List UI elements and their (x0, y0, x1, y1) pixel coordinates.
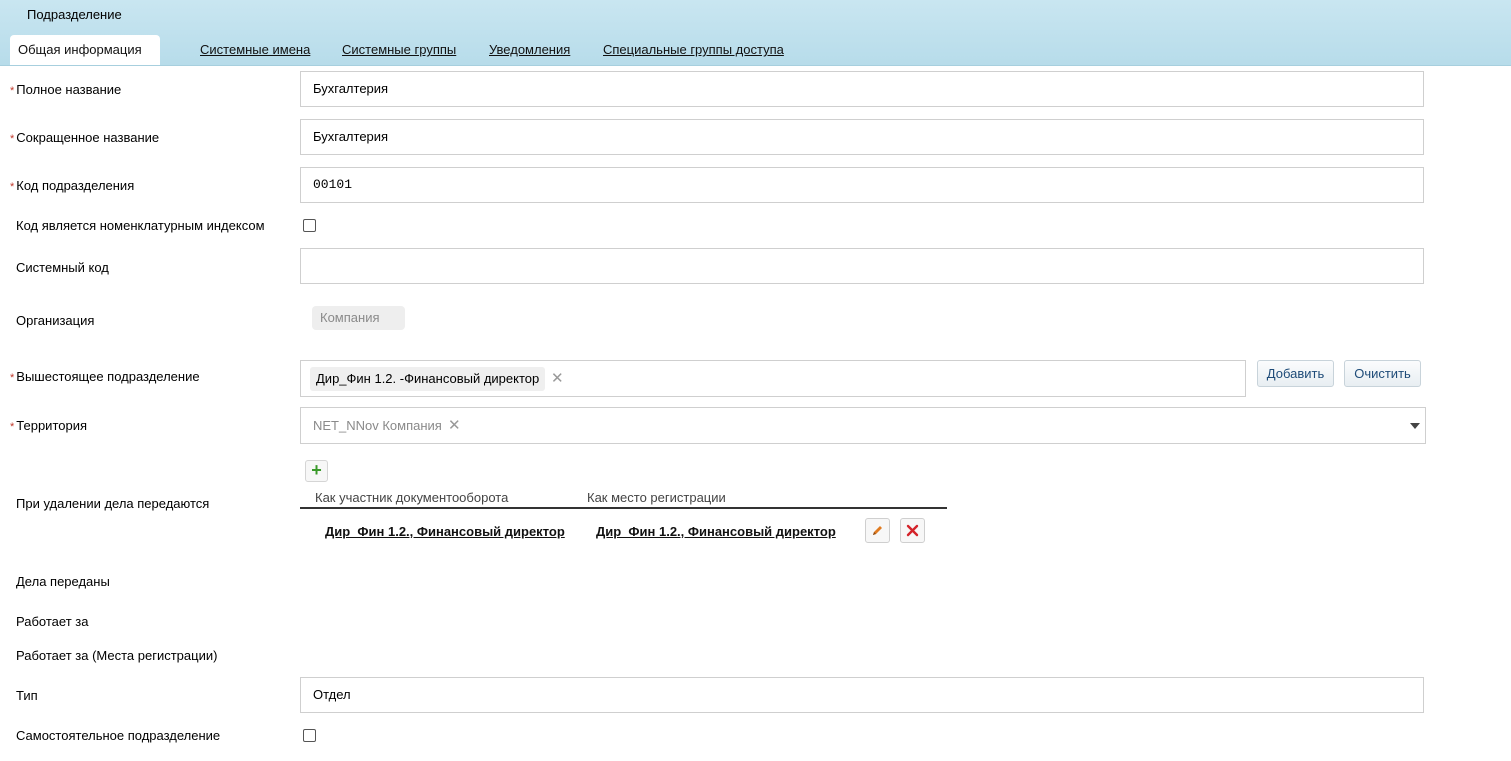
tab-notifications[interactable]: Уведомления (489, 35, 570, 65)
independent-label: Самостоятельное подразделение (16, 728, 221, 743)
full-name-label: * Полное название (10, 82, 122, 97)
parent-dept-label: * Вышестоящее подразделение (10, 369, 200, 384)
participant-link[interactable]: Дир_Фин 1.2., Финансовый директор (325, 524, 565, 539)
column-registration: Как место регистрации (587, 490, 726, 505)
territory-select[interactable]: NET_NNov Компания ✕ (300, 407, 1426, 444)
column-participant: Как участник документооборота (315, 490, 509, 505)
tab-special-access-groups[interactable]: Специальные группы доступа (603, 35, 784, 65)
transfer-label: При удалении дела передаются (16, 496, 210, 511)
table-divider (300, 507, 947, 509)
required-mark: * (10, 181, 15, 193)
clear-button[interactable]: Очистить (1344, 360, 1421, 387)
short-name-input[interactable]: Бухгалтерия (300, 119, 1424, 155)
tab-system-names[interactable]: Системные имена (200, 35, 310, 65)
page-title: Подразделение (27, 7, 122, 22)
required-mark: * (10, 372, 15, 384)
territory-label: * Территория (10, 418, 88, 433)
close-icon[interactable]: ✕ (448, 416, 461, 434)
type-input[interactable]: Отдел (300, 677, 1424, 713)
tab-general-info[interactable]: Общая информация (10, 35, 160, 65)
parent-dept-tag: Дир_Фин 1.2. -Финансовый директор (310, 367, 546, 391)
required-mark: * (10, 133, 15, 145)
territory-value: NET_NNov Компания (313, 418, 442, 433)
type-label: Тип (16, 688, 38, 703)
header-bar: Подразделение Общая информация Системные… (0, 0, 1511, 66)
organization-field: Компания (312, 306, 405, 330)
independent-checkbox[interactable] (303, 729, 316, 742)
plus-icon[interactable]: + (305, 460, 328, 482)
delete-x-icon[interactable] (900, 518, 925, 543)
dept-code-label: * Код подразделения (10, 178, 135, 193)
works-for-registration-label: Работает за (Места регистрации) (16, 648, 218, 663)
nomenclature-index-checkbox[interactable] (303, 219, 316, 232)
works-for-label: Работает за (16, 614, 89, 629)
add-button[interactable]: Добавить (1257, 360, 1334, 387)
required-mark: * (10, 421, 15, 433)
registration-link[interactable]: Дир_Фин 1.2., Финансовый директор (596, 524, 836, 539)
cases-transferred-label: Дела переданы (16, 574, 110, 589)
system-code-input[interactable] (300, 248, 1424, 284)
short-name-label: * Сокращенное название (10, 130, 160, 145)
organization-label: Организация (16, 313, 95, 328)
nomenclature-index-label: Код является номенклатурным индексом (16, 218, 265, 233)
close-icon[interactable]: ✕ (551, 369, 564, 387)
dept-code-input[interactable]: 00101 (300, 167, 1424, 203)
parent-dept-field[interactable]: Дир_Фин 1.2. -Финансовый директор ✕ (300, 360, 1246, 397)
chevron-down-icon[interactable] (1410, 423, 1420, 429)
tab-system-groups[interactable]: Системные группы (342, 35, 456, 65)
full-name-input[interactable]: Бухгалтерия (300, 71, 1424, 107)
pencil-icon[interactable] (865, 518, 890, 543)
system-code-label: Системный код (16, 260, 109, 275)
required-mark: * (10, 85, 15, 97)
